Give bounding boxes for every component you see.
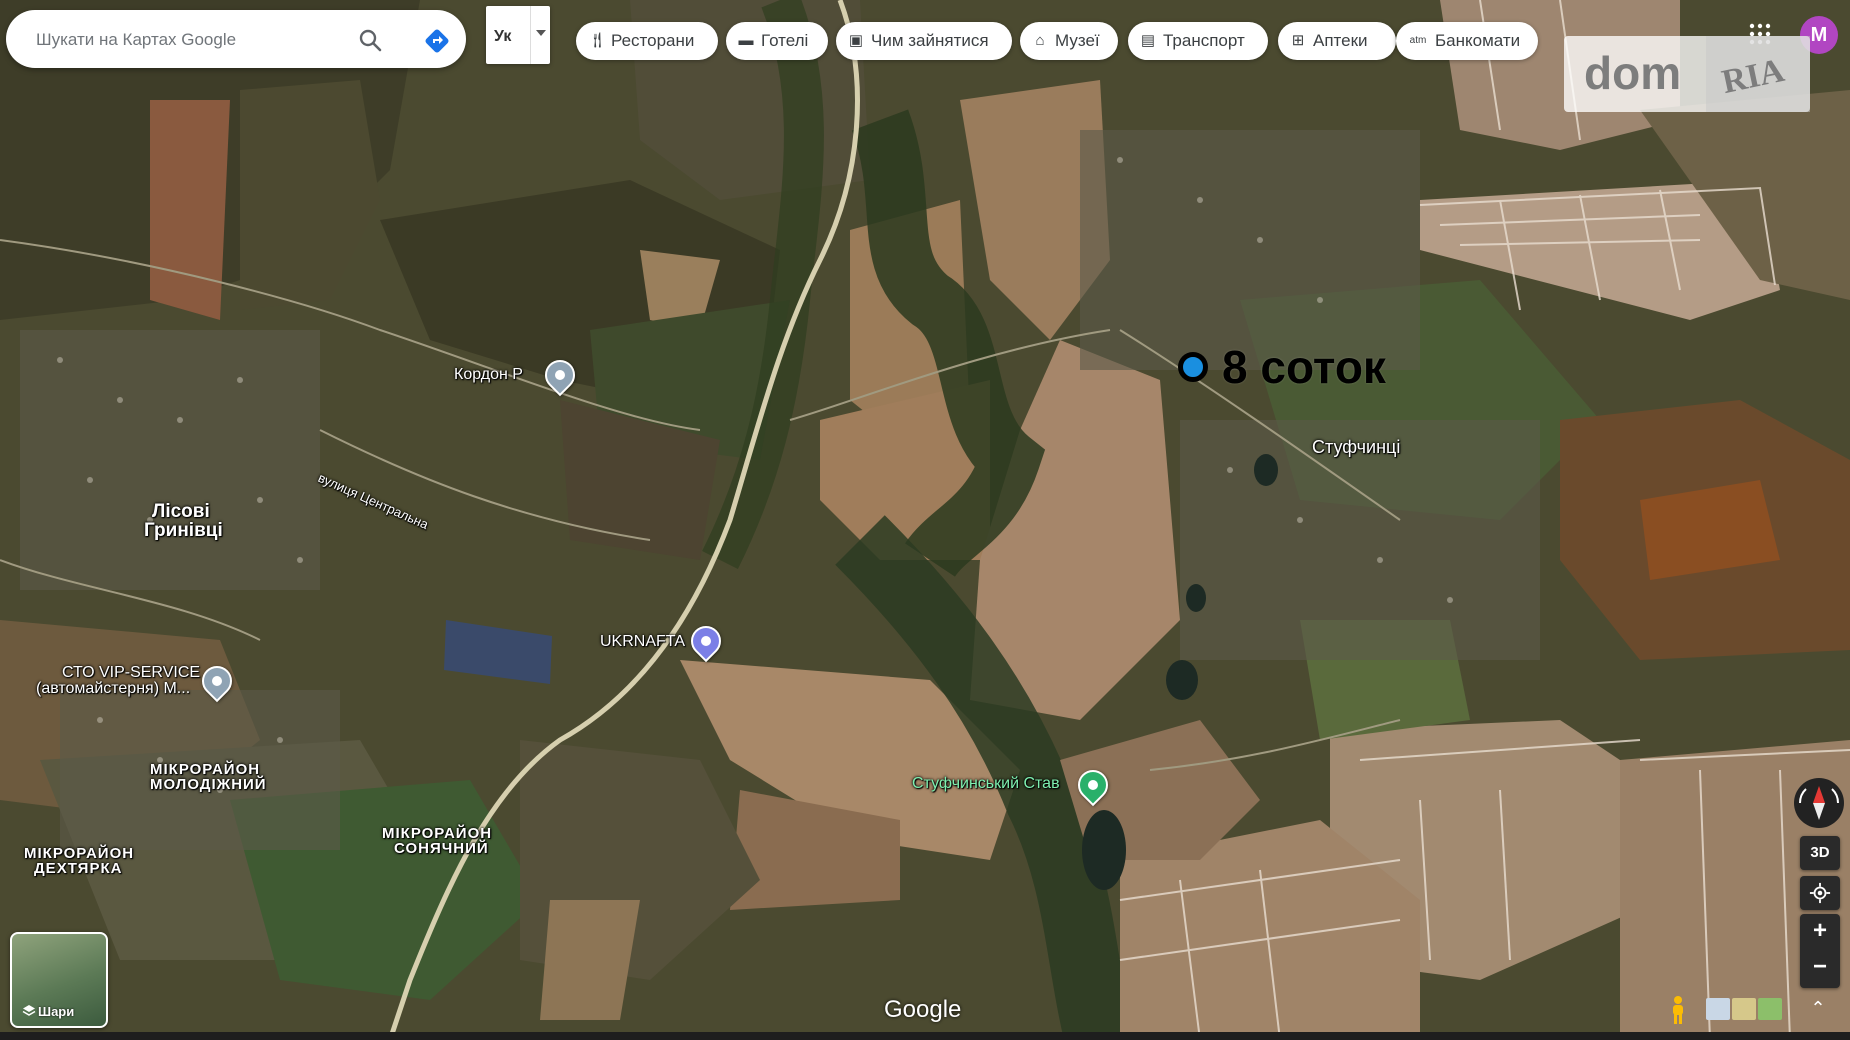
poi-label-sto-line2[interactable]: (автомайстерня) М... <box>36 680 190 698</box>
hotel-icon: ▬ <box>738 32 754 49</box>
chip-hotels[interactable]: ▬ Готелі <box>726 22 828 60</box>
watermark-ria: RIA <box>1718 51 1788 102</box>
chip-label: Аптеки <box>1313 31 1368 50</box>
zoom-controls: + − <box>1800 914 1840 988</box>
district-label-molodizhnyi-2: МОЛОДІЖНИЙ <box>150 776 267 793</box>
poi-label-kordon[interactable]: Кордон Р <box>454 366 523 384</box>
plot-marker-icon <box>1178 352 1208 382</box>
chip-restaurants[interactable]: 🍴︎ Ресторани <box>576 22 718 60</box>
atm-icon: atm <box>1409 35 1427 46</box>
plot-annotation: 8 соток <box>1178 340 1386 394</box>
search-input[interactable] <box>34 29 338 51</box>
attribution-bar <box>0 1032 1850 1040</box>
town-label-hrynivtsi: Гринівці <box>144 520 223 541</box>
layers-icon <box>22 1005 36 1016</box>
chip-things-to-do[interactable]: ▣ Чим зайнятися <box>836 22 1012 60</box>
compass-icon[interactable] <box>1794 778 1844 828</box>
satellite-map[interactable] <box>0 0 1850 1040</box>
district-label-dekhtiarka-2: ДЕХТЯРКА <box>34 860 123 877</box>
chip-transit[interactable]: ▤ Транспорт <box>1128 22 1268 60</box>
terrain-thumb-icon[interactable] <box>1732 998 1756 1020</box>
directions-icon[interactable] <box>424 28 450 54</box>
location-target-icon <box>1809 882 1831 904</box>
layers-label: Шари <box>38 1004 75 1019</box>
imagery-thumbnails[interactable] <box>1706 998 1782 1020</box>
expand-up-icon[interactable]: ⌃ <box>1806 998 1830 1022</box>
satellite-thumb-icon[interactable] <box>1758 998 1782 1020</box>
layers-button[interactable]: Шари <box>10 932 108 1028</box>
chip-pharmacies[interactable]: ⊞ Аптеки <box>1278 22 1396 60</box>
search-icon[interactable] <box>358 28 382 52</box>
language-label: Ук <box>494 28 512 45</box>
zoom-in-button[interactable]: + <box>1800 914 1840 950</box>
transit-icon: ▤ <box>1140 32 1156 49</box>
google-logo: Google <box>884 996 962 1023</box>
language-selector[interactable]: Ук <box>486 6 550 64</box>
camera-icon: ▣ <box>848 32 864 49</box>
pegman-icon[interactable] <box>1668 995 1688 1025</box>
restaurant-icon: 🍴︎ <box>588 32 608 49</box>
chevron-down-icon[interactable] <box>530 6 551 64</box>
watermark-ria-block: RIA <box>1706 36 1810 112</box>
dom-ria-watermark: dom RIA <box>1564 36 1810 112</box>
map-type-thumb-icon[interactable] <box>1706 998 1730 1020</box>
search-box[interactable] <box>6 10 466 68</box>
village-label-stufchyntsi: Стуфчинці <box>1312 437 1401 457</box>
chip-label: Готелі <box>761 31 809 50</box>
chip-museums[interactable]: ⌂ Музеї <box>1020 22 1118 60</box>
plot-annotation-text: 8 соток <box>1222 341 1386 393</box>
my-location-button[interactable] <box>1800 876 1840 910</box>
museum-icon: ⌂ <box>1035 32 1045 49</box>
chip-label: Ресторани <box>611 31 695 50</box>
watermark-dom: dom <box>1584 47 1682 99</box>
pharmacy-icon: ⊞ <box>1291 32 1305 49</box>
chip-label: Банкомати <box>1435 31 1521 50</box>
chip-label: Музеї <box>1055 31 1100 50</box>
chip-label: Чим зайнятися <box>871 31 989 50</box>
3d-toggle-button[interactable]: 3D <box>1800 836 1840 870</box>
poi-label-stav[interactable]: Стуфчинський Став <box>912 775 1060 793</box>
district-label-soniachnyi-2: СОНЯЧНИЙ <box>394 840 489 857</box>
poi-label-ukrnafta[interactable]: UKRNAFTA <box>600 633 685 651</box>
zoom-out-button[interactable]: − <box>1800 950 1840 986</box>
town-label-lisovi: Лісові <box>152 501 210 522</box>
chip-atms[interactable]: atm Банкомати <box>1396 22 1538 60</box>
chip-label: Транспорт <box>1163 31 1245 50</box>
